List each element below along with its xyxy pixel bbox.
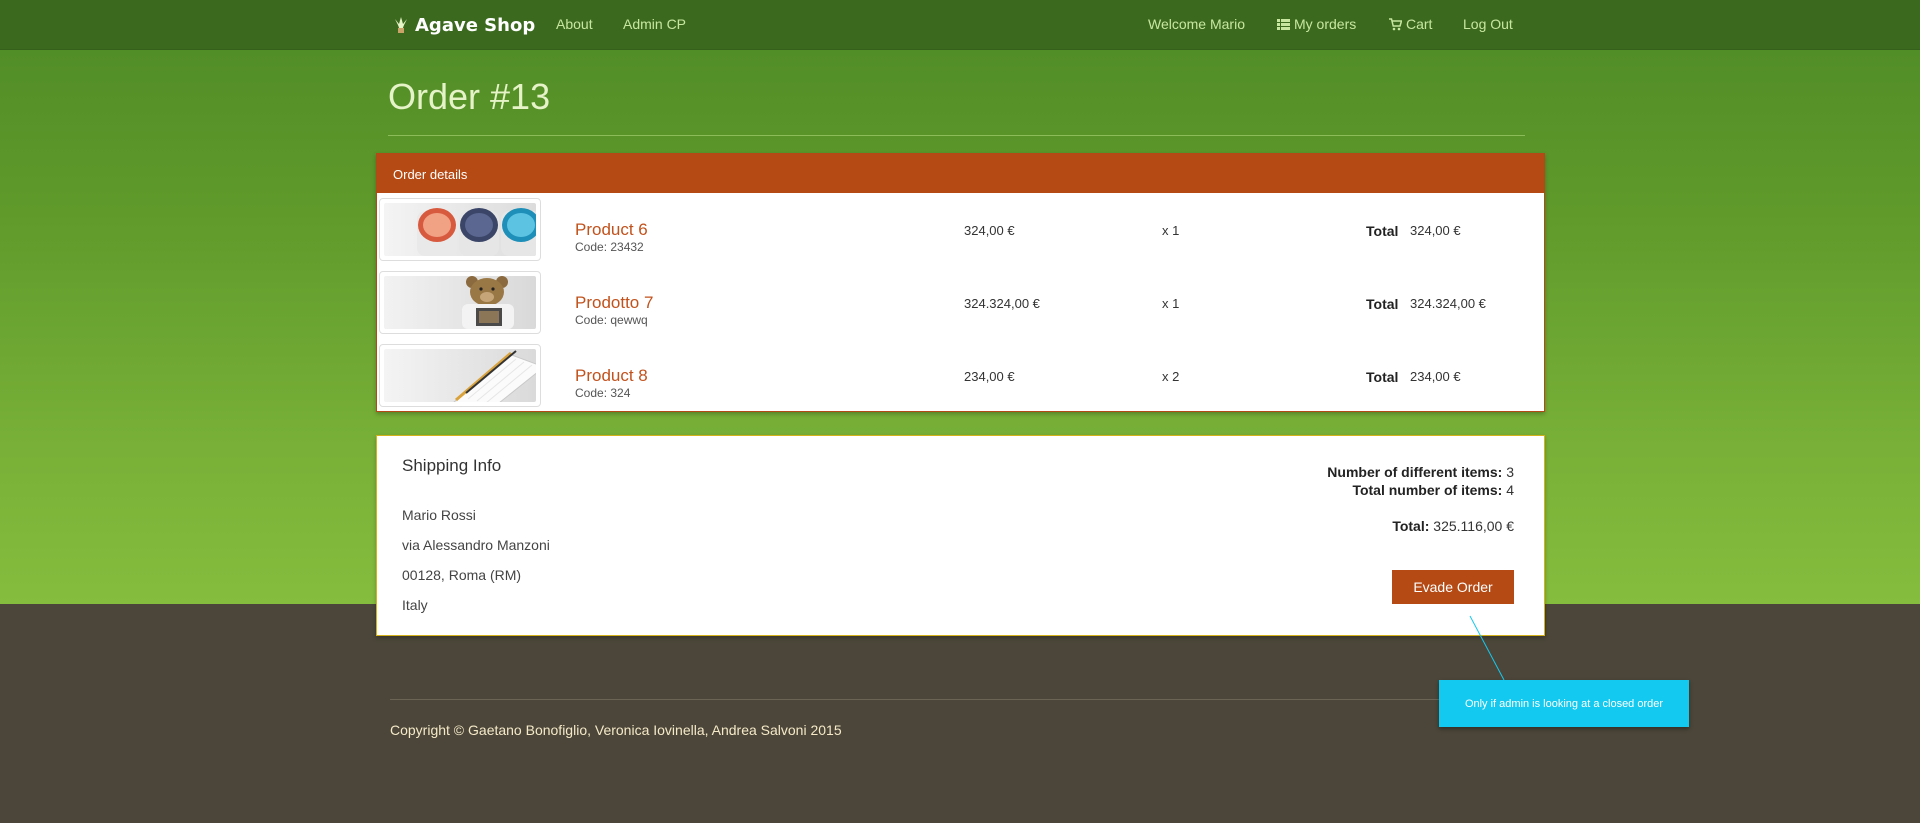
product-thumbnail[interactable]: [379, 344, 541, 407]
product-quantity: x 2: [1162, 369, 1180, 384]
product-name-link[interactable]: Prodotto 7: [575, 293, 653, 313]
different-items-label: Number of different items:: [1327, 464, 1503, 480]
total-items-label: Total number of items:: [1352, 482, 1503, 498]
product-price: 324,00 €: [964, 223, 1015, 238]
shipping-street: via Alessandro Manzoni: [402, 537, 550, 553]
product-code: Code: qewwq: [575, 313, 648, 327]
admin-annotation-callout: Only if admin is looking at a closed ord…: [1439, 680, 1689, 727]
product-price: 324.324,00 €: [964, 296, 1040, 311]
row-total-value: 234,00 €: [1410, 369, 1461, 384]
product-name-link[interactable]: Product 8: [575, 366, 648, 386]
row-total-label: Total: [1366, 223, 1399, 239]
row-total-value: 324,00 €: [1410, 223, 1461, 238]
order-row: Product 6 Code: 23432 324,00 € x 1 Total…: [377, 194, 1544, 267]
order-details-panel: Order details Product 6 Code: 23432 324,…: [376, 153, 1545, 412]
product-price: 234,00 €: [964, 369, 1015, 384]
annotation-text: Only if admin is looking at a closed ord…: [1464, 697, 1664, 710]
order-total-label: Total:: [1392, 518, 1430, 534]
shipping-country: Italy: [402, 597, 428, 613]
row-total-label: Total: [1366, 296, 1399, 312]
shipping-city: 00128, Roma (RM): [402, 567, 522, 583]
shipping-title: Shipping Info: [402, 456, 502, 475]
different-items-value: 3: [1506, 464, 1514, 480]
product-quantity: x 1: [1162, 296, 1180, 311]
order-total-summary: Total: 325.116,00 €: [1392, 518, 1514, 534]
title-divider: [388, 135, 1525, 136]
product-quantity: x 1: [1162, 223, 1180, 238]
notepad-image: [384, 349, 536, 402]
row-total-label: Total: [1366, 369, 1399, 385]
title-container: Order #13: [388, 0, 1525, 140]
shipping-name: Mario Rossi: [402, 507, 476, 523]
order-total-value: 325.116,00 €: [1433, 518, 1514, 534]
product-code: Code: 23432: [575, 240, 644, 254]
total-items-value: 4: [1506, 482, 1514, 498]
teddy-bear-image: [384, 276, 536, 329]
product-thumbnail[interactable]: [379, 198, 541, 261]
product-code: Code: 324: [575, 386, 631, 400]
shipping-panel: Shipping Info Mario Rossi via Alessandro…: [376, 435, 1545, 636]
copyright-text: Copyright © Gaetano Bonofiglio, Veronica…: [390, 722, 842, 738]
evade-order-button[interactable]: Evade Order: [1392, 570, 1514, 604]
different-items-summary: Number of different items: 3: [1327, 464, 1514, 480]
product-thumbnail[interactable]: [379, 271, 541, 334]
product-name-link[interactable]: Product 6: [575, 220, 648, 240]
mugs-image: [384, 203, 536, 256]
page-title: Order #13: [388, 76, 551, 117]
order-row: Product 8 Code: 324 234,00 € x 2 Total 2…: [377, 340, 1544, 413]
footer-divider: [390, 699, 1525, 700]
order-details-heading: Order details: [377, 154, 1544, 193]
row-total-value: 324.324,00 €: [1410, 296, 1486, 311]
total-items-summary: Total number of items: 4: [1352, 482, 1514, 498]
order-row: Prodotto 7 Code: qewwq 324.324,00 € x 1 …: [377, 267, 1544, 340]
